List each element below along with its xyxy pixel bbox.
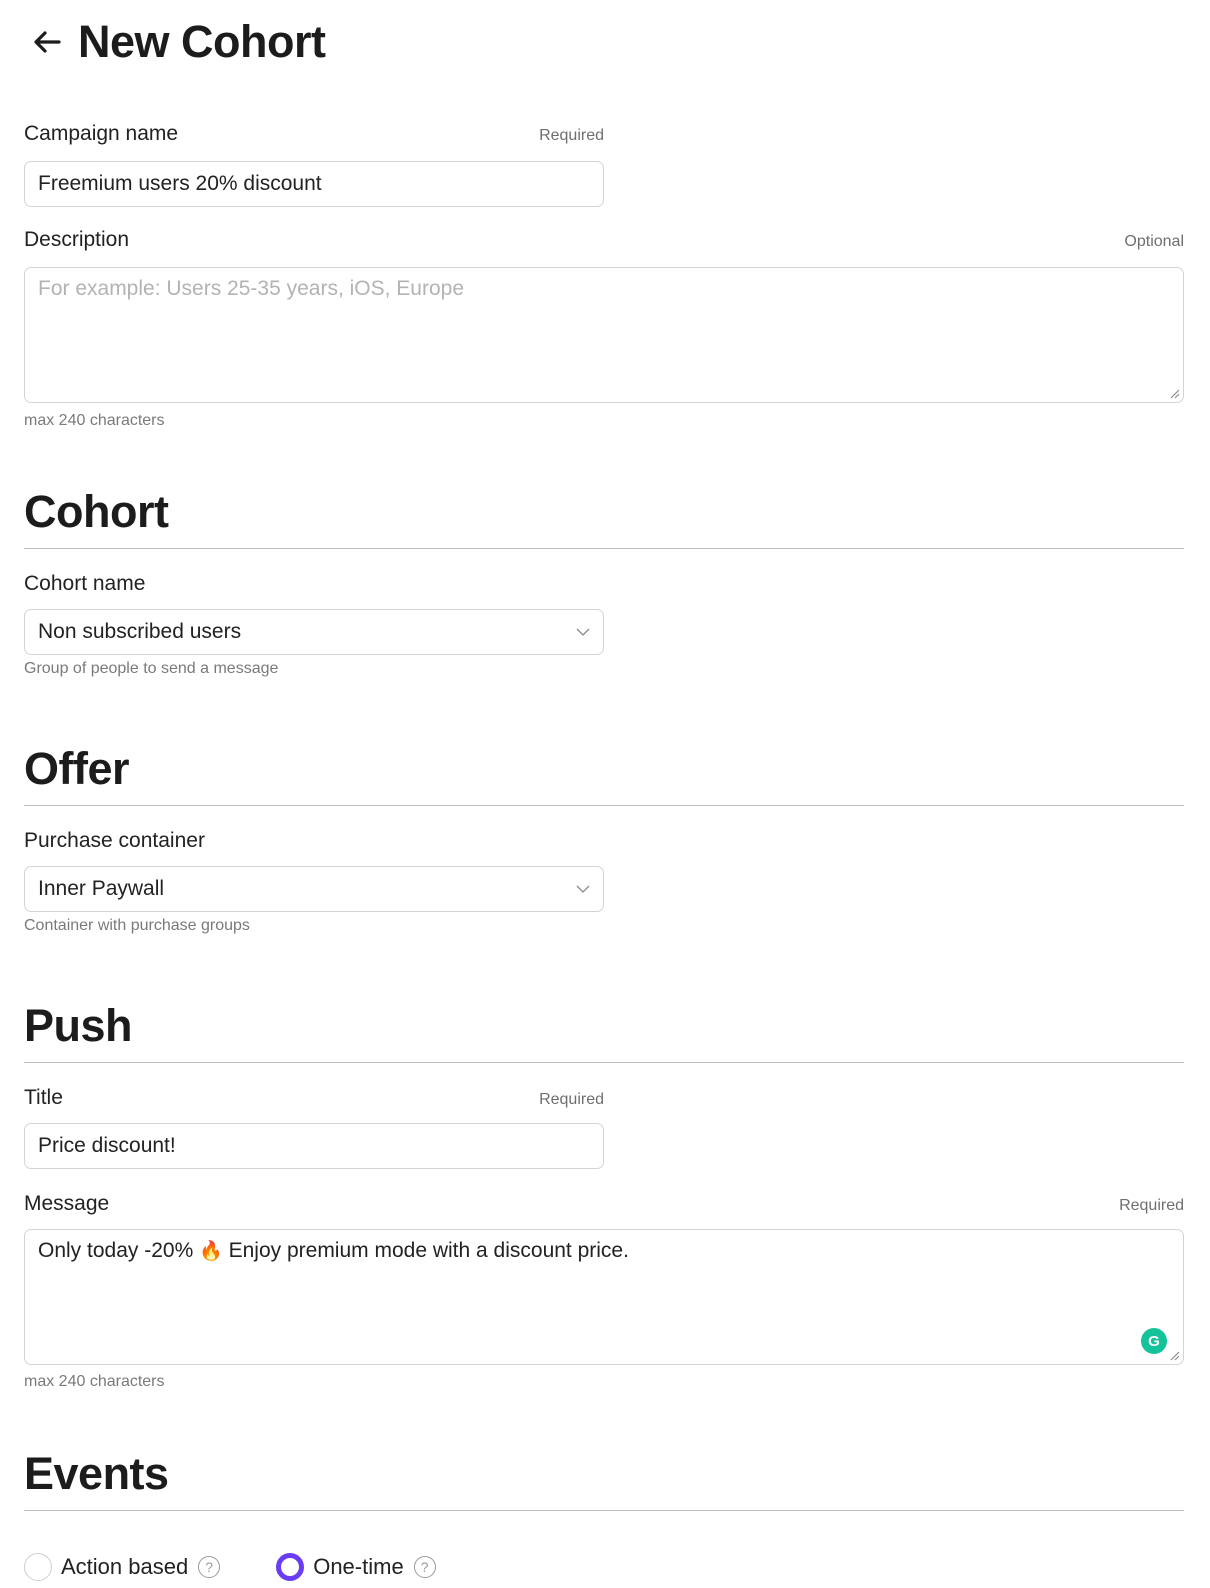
description-label: Description: [24, 228, 130, 251]
purchase-container-label-row: Purchase container: [24, 829, 604, 853]
description-hint: max 240 characters: [24, 412, 165, 429]
push-message-label-row: Message Required: [24, 1192, 1184, 1216]
purchase-container-selected-value: Inner Paywall: [38, 877, 165, 900]
push-title-label: Title: [24, 1086, 63, 1109]
campaign-name-label-row: Campaign name Required: [24, 122, 604, 146]
radio-option-one-time[interactable]: One-time ?: [276, 1553, 436, 1581]
chevron-down-icon: [576, 625, 590, 639]
section-divider: [24, 805, 1184, 806]
radio-button-checked[interactable]: [276, 1553, 305, 1581]
cohort-name-select[interactable]: Non subscribed users: [24, 609, 604, 655]
purchase-container-label: Purchase container: [24, 829, 205, 852]
push-message-text: Only today -20% 🔥 Enjoy premium mode wit…: [38, 1239, 629, 1262]
fire-emoji: 🔥: [199, 1241, 223, 1262]
arrow-left-icon: [34, 31, 61, 53]
push-title-input[interactable]: Price discount!: [24, 1123, 604, 1169]
radio-label-one-time: One-time: [313, 1554, 404, 1579]
cohort-name-hint: Group of people to send a message: [24, 660, 279, 677]
description-textarea[interactable]: For example: Users 25-35 years, iOS, Eur…: [24, 267, 1184, 403]
push-message-label: Message: [24, 1192, 110, 1215]
section-divider: [24, 1062, 1184, 1063]
description-optional-tag: Optional: [1124, 233, 1184, 250]
radio-label-action-based: Action based: [61, 1554, 189, 1579]
event-type-radio-group: Action based ? One-time ?: [24, 1553, 492, 1581]
section-title-cohort: Cohort: [24, 486, 169, 537]
grammarly-icon[interactable]: G: [1141, 1328, 1167, 1354]
section-title-offer: Offer: [24, 743, 130, 794]
radio-option-action-based[interactable]: Action based ?: [24, 1553, 221, 1581]
section-divider: [24, 548, 1184, 549]
push-title-required-tag: Required: [539, 1091, 604, 1108]
radio-button-unchecked[interactable]: [24, 1553, 52, 1581]
push-title-value: Price discount!: [38, 1134, 176, 1157]
cohort-name-selected-value: Non subscribed users: [38, 620, 242, 643]
resize-grip-icon[interactable]: [1170, 1351, 1180, 1361]
section-divider: [24, 1510, 1184, 1511]
page-header: New Cohort: [30, 14, 326, 70]
push-message-text-before: Only today -20%: [38, 1239, 200, 1262]
page-title: New Cohort: [78, 16, 326, 67]
question-circle-icon[interactable]: ?: [198, 1556, 221, 1578]
campaign-name-value: Freemium users 20% discount: [38, 172, 322, 195]
back-button[interactable]: [30, 25, 64, 59]
section-title-push: Push: [24, 1000, 133, 1051]
push-title-label-row: Title Required: [24, 1086, 604, 1110]
campaign-name-input[interactable]: Freemium users 20% discount: [24, 161, 604, 207]
push-message-text-after: Enjoy premium mode with a discount price…: [222, 1239, 629, 1262]
chevron-down-icon: [576, 882, 590, 896]
question-circle-icon[interactable]: ?: [413, 1556, 436, 1578]
cohort-name-label-row: Cohort name: [24, 572, 604, 596]
resize-grip-icon[interactable]: [1170, 389, 1180, 399]
section-title-events: Events: [24, 1448, 169, 1499]
push-message-textarea[interactable]: Only today -20% 🔥 Enjoy premium mode wit…: [24, 1229, 1184, 1365]
purchase-container-select[interactable]: Inner Paywall: [24, 866, 604, 912]
push-message-required-tag: Required: [1119, 1197, 1184, 1214]
campaign-name-required-tag: Required: [539, 127, 604, 144]
cohort-name-label: Cohort name: [24, 572, 146, 595]
campaign-name-label: Campaign name: [24, 122, 179, 145]
description-label-row: Description Optional: [24, 228, 1184, 252]
push-message-hint: max 240 characters: [24, 1373, 165, 1390]
description-placeholder: For example: Users 25-35 years, iOS, Eur…: [38, 277, 465, 300]
purchase-container-hint: Container with purchase groups: [24, 917, 250, 934]
